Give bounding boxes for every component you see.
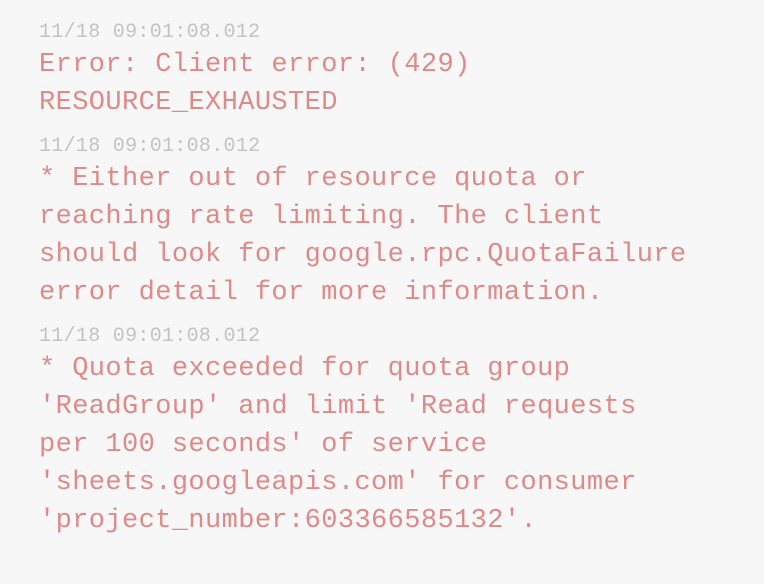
log-message-line: should look for google.rpc.QuotaFailure bbox=[39, 240, 687, 270]
log-message-line: 'sheets.googleapis.com' for consumer bbox=[39, 468, 637, 498]
log-message-line: RESOURCE_EXHAUSTED bbox=[39, 88, 338, 118]
log-message-line: Error: Client error: (429) bbox=[39, 50, 471, 80]
log-message-line: 'project_number:603366585132'. bbox=[39, 506, 538, 536]
log-message-line: * Either out of resource quota or bbox=[39, 164, 587, 194]
log-message-line: error detail for more information. bbox=[39, 278, 604, 308]
log-entry: 11/18 09:01:08.012 * Either out of resou… bbox=[39, 134, 764, 312]
log-timestamp: 11/18 09:01:08.012 bbox=[39, 325, 261, 348]
log-timestamp: 11/18 09:01:08.012 bbox=[39, 21, 261, 44]
log-output: 11/18 09:01:08.012 Error: Client error: … bbox=[0, 0, 764, 584]
log-timestamp: 11/18 09:01:08.012 bbox=[39, 135, 261, 158]
log-message-line: per 100 seconds' of service bbox=[39, 430, 488, 460]
log-entry: 11/18 09:01:08.012 * Quota exceeded for … bbox=[39, 324, 764, 540]
log-message-line: * Quota exceeded for quota group bbox=[39, 354, 571, 384]
log-entry: 11/18 09:01:08.012 Error: Client error: … bbox=[39, 20, 764, 122]
log-message-line: reaching rate limiting. The client bbox=[39, 202, 604, 232]
log-message-line: 'ReadGroup' and limit 'Read requests bbox=[39, 392, 637, 422]
